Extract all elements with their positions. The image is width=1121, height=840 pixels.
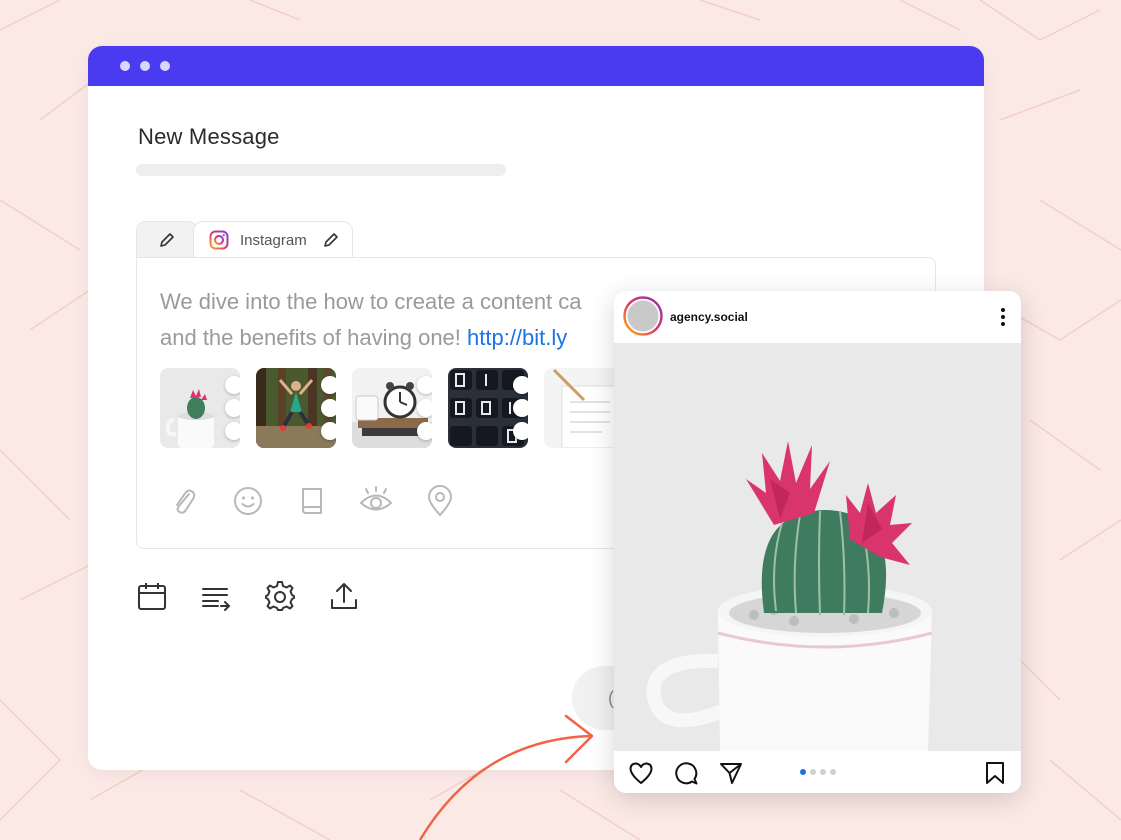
tab-instagram[interactable]: Instagram bbox=[193, 221, 353, 258]
instagram-icon bbox=[209, 230, 229, 250]
post-photo bbox=[614, 343, 1021, 751]
reorder-handle[interactable] bbox=[513, 399, 528, 417]
share-icon[interactable] bbox=[718, 760, 744, 786]
reorder-handle[interactable] bbox=[513, 376, 528, 394]
reorder-handle[interactable] bbox=[225, 399, 240, 417]
bookmark-icon[interactable] bbox=[982, 760, 1008, 786]
reorder-handle[interactable] bbox=[417, 422, 432, 440]
upload-icon[interactable] bbox=[328, 580, 360, 612]
window-titlebar bbox=[88, 46, 984, 86]
avatar[interactable] bbox=[623, 296, 663, 336]
pencil-icon[interactable] bbox=[322, 231, 340, 249]
reorder-handle[interactable] bbox=[417, 376, 432, 394]
calendar-icon[interactable] bbox=[136, 580, 168, 612]
reorder-handle[interactable] bbox=[321, 399, 336, 417]
gear-icon[interactable] bbox=[264, 580, 296, 612]
carousel-dot bbox=[810, 769, 816, 775]
media-thumbnail[interactable] bbox=[160, 368, 240, 448]
emoji-icon[interactable] bbox=[231, 484, 265, 518]
post-actions bbox=[614, 751, 1021, 793]
more-options-icon[interactable] bbox=[998, 305, 1008, 329]
window-dot[interactable] bbox=[140, 61, 150, 71]
post-username[interactable]: agency.social bbox=[670, 310, 748, 324]
reorder-handle[interactable] bbox=[225, 422, 240, 440]
tab-instagram-label: Instagram bbox=[240, 232, 307, 249]
reorder-handle[interactable] bbox=[225, 376, 240, 394]
book-icon[interactable] bbox=[295, 484, 329, 518]
carousel-dot-active bbox=[800, 769, 806, 775]
reorder-handle[interactable] bbox=[321, 376, 336, 394]
reorder-handle[interactable] bbox=[321, 422, 336, 440]
carousel-dot bbox=[830, 769, 836, 775]
tab-default[interactable] bbox=[136, 221, 198, 258]
instagram-preview-card: agency.social bbox=[614, 291, 1021, 793]
media-thumbnail[interactable] bbox=[352, 368, 432, 448]
text-format-icon[interactable] bbox=[200, 580, 232, 612]
media-thumbnail[interactable] bbox=[544, 368, 624, 448]
location-pin-icon[interactable] bbox=[423, 484, 457, 518]
subject-placeholder-bar[interactable] bbox=[136, 164, 506, 176]
reorder-handle[interactable] bbox=[417, 399, 432, 417]
heart-icon[interactable] bbox=[628, 760, 654, 786]
pencil-icon bbox=[160, 233, 174, 247]
media-thumbnail[interactable] bbox=[256, 368, 336, 448]
carousel-dot bbox=[820, 769, 826, 775]
eye-icon[interactable] bbox=[359, 484, 393, 518]
message-text-line: and the benefits of having one! bbox=[160, 325, 468, 350]
window-dot[interactable] bbox=[160, 61, 170, 71]
window-dot[interactable] bbox=[120, 61, 130, 71]
paperclip-icon[interactable] bbox=[167, 484, 201, 518]
page-title: New Message bbox=[138, 124, 280, 149]
post-header: agency.social bbox=[614, 291, 1021, 343]
message-link[interactable]: http://bit.ly bbox=[467, 325, 567, 350]
notebook-photo bbox=[544, 368, 624, 448]
reorder-handle[interactable] bbox=[513, 422, 528, 440]
comment-icon[interactable] bbox=[673, 760, 699, 786]
media-thumbnail[interactable] bbox=[448, 368, 528, 448]
